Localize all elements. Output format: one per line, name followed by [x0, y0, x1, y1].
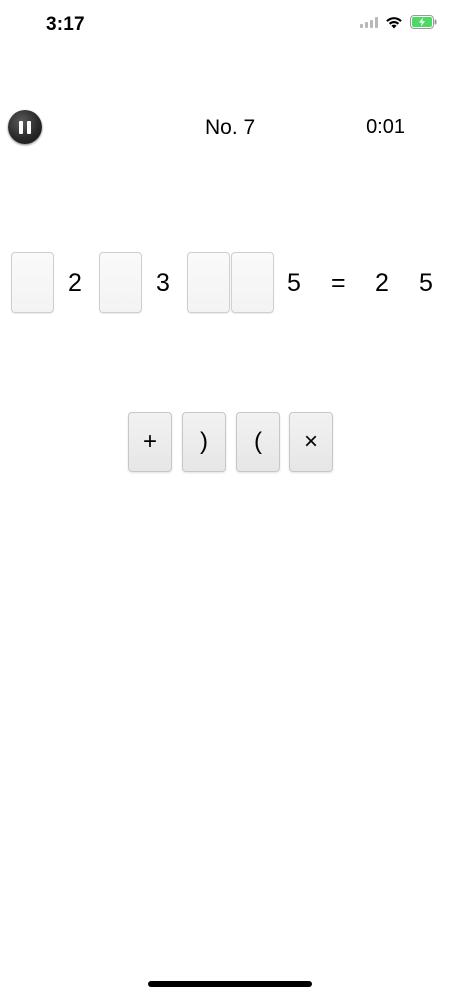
- level-label: No. 7: [205, 116, 256, 139]
- operator-slot-2[interactable]: [99, 252, 142, 313]
- equation-number: 2: [68, 269, 82, 297]
- home-indicator[interactable]: [148, 981, 312, 987]
- plus-tile[interactable]: +: [128, 412, 172, 472]
- game-screen: 3:17 No. 7 0:01 2 3 5 = 2 5 + ) ( ×: [0, 0, 460, 996]
- multiply-tile[interactable]: ×: [289, 412, 333, 472]
- operator-slot-4[interactable]: [231, 252, 274, 313]
- timer: 0:01: [366, 116, 405, 138]
- open-paren-tile[interactable]: (: [236, 412, 280, 472]
- equation-number: 5: [287, 269, 301, 297]
- battery-icon: [410, 15, 437, 29]
- signal-icon: [360, 16, 378, 28]
- equation-number: 3: [156, 269, 170, 297]
- result-digit: 5: [419, 269, 433, 297]
- close-paren-tile[interactable]: ): [182, 412, 226, 472]
- status-icons: [360, 15, 438, 29]
- result-digit: 2: [375, 269, 389, 297]
- pause-icon: [19, 120, 23, 134]
- operator-slot-3[interactable]: [187, 252, 230, 313]
- equals-sign: =: [331, 269, 346, 297]
- wifi-icon: [386, 16, 402, 28]
- pause-button[interactable]: [8, 110, 42, 144]
- operator-slot-1[interactable]: [11, 252, 54, 313]
- status-time: 3:17: [46, 14, 85, 35]
